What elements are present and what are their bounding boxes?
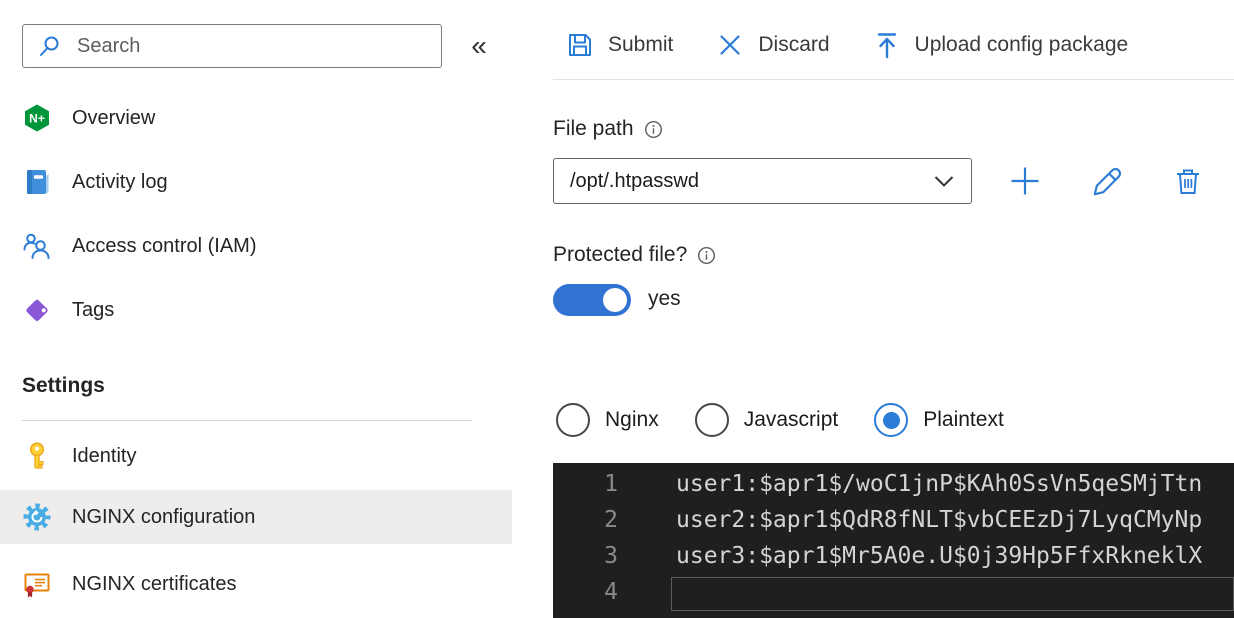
editor-line: 3 user3:$apr1$Mr5A0e.U$0j39Hp5FfxRkneklX — [553, 538, 1234, 574]
edit-file-button[interactable] — [1088, 158, 1128, 204]
save-icon — [569, 34, 591, 56]
submit-button[interactable]: Submit — [565, 30, 673, 60]
discard-button[interactable]: Discard — [715, 30, 830, 60]
protected-file-label: Protected file? — [553, 243, 688, 266]
sidebar-item-access-control[interactable]: Access control (IAM) — [0, 218, 512, 274]
toggle-knob — [603, 288, 627, 312]
gear-icon — [22, 502, 52, 532]
line-text: user2:$apr1$QdR8fNLT$vbCEEzDj7LyqCMyNp — [676, 507, 1203, 533]
sidebar-item-label: Tags — [72, 298, 115, 321]
radio-label: Nginx — [605, 408, 659, 431]
line-number: 3 — [604, 543, 618, 569]
search-input[interactable] — [77, 34, 429, 58]
info-icon[interactable] — [644, 120, 663, 139]
protected-file-state: yes — [648, 287, 681, 310]
sidebar-item-tags[interactable]: Tags — [0, 282, 512, 338]
delete-file-button[interactable] — [1168, 158, 1208, 204]
radio-plaintext[interactable]: Plaintext — [874, 403, 1004, 437]
editor-line: 1 user1:$apr1$/woC1jnP$KAh0SsVn5qeSMjTtn — [553, 466, 1234, 502]
protected-file-label-row: Protected file? — [553, 243, 716, 267]
sidebar-item-label: Access control (IAM) — [72, 234, 257, 257]
upload-label: Upload config package — [914, 33, 1129, 56]
trash-icon — [1177, 169, 1199, 194]
sidebar-item-activity-log[interactable]: Activity log — [0, 154, 512, 210]
editor-line: 2 user2:$apr1$QdR8fNLT$vbCEEzDj7LyqCMyNp — [553, 502, 1234, 538]
file-path-dropdown[interactable]: /opt/.htpasswd — [553, 158, 972, 204]
sidebar-item-label: Activity log — [72, 170, 168, 193]
access-control-icon — [22, 231, 52, 261]
line-number: 2 — [604, 507, 618, 533]
sidebar: « N+ Overview Activity log Access contro… — [0, 0, 512, 618]
sidebar-item-nginx-certificates[interactable]: NGINX certificates — [0, 556, 512, 612]
config-file-editor[interactable]: 1 user1:$apr1$/woC1jnP$KAh0SsVn5qeSMjTtn… — [553, 463, 1234, 618]
settings-divider — [22, 420, 472, 421]
file-path-label: File path — [553, 117, 634, 140]
current-line-highlight — [671, 577, 1234, 611]
search-icon — [35, 31, 65, 61]
radio-label: Javascript — [743, 408, 839, 431]
upload-icon — [877, 33, 896, 59]
search-box[interactable] — [22, 24, 442, 68]
file-path-label-row: File path — [553, 117, 663, 141]
info-icon[interactable] — [697, 246, 716, 265]
radio-javascript[interactable]: Javascript — [694, 403, 839, 437]
file-path-value: /opt/.htpasswd — [570, 169, 699, 192]
sidebar-item-label: NGINX configuration — [72, 505, 256, 528]
line-text: user3:$apr1$Mr5A0e.U$0j39Hp5FfxRkneklX — [676, 543, 1203, 569]
toolbar-divider — [553, 79, 1234, 80]
line-number: 1 — [604, 471, 618, 497]
nginx-logo-icon: N+ — [22, 103, 52, 133]
key-icon — [22, 441, 52, 471]
svg-text:N+: N+ — [29, 112, 45, 126]
radio-circle — [694, 403, 729, 437]
sidebar-item-label: NGINX certificates — [72, 572, 237, 595]
radio-circle — [556, 403, 590, 437]
upload-config-package-button[interactable]: Upload config package — [872, 30, 1129, 60]
collapse-sidebar-button[interactable]: « — [458, 26, 500, 66]
protected-file-toggle[interactable] — [553, 284, 631, 316]
add-file-button[interactable] — [1005, 158, 1045, 204]
tag-icon — [22, 295, 52, 325]
chevron-down-icon — [934, 175, 954, 187]
activity-log-icon — [22, 167, 52, 197]
line-number: 4 — [604, 579, 618, 605]
command-bar: Submit Discard Upload config package — [565, 21, 1128, 69]
sidebar-item-nginx-configuration[interactable]: NGINX configuration — [0, 490, 512, 544]
radio-nginx[interactable]: Nginx — [556, 403, 659, 437]
sidebar-item-label: Identity — [72, 444, 137, 467]
radio-label: Plaintext — [923, 408, 1004, 431]
radio-circle-selected — [874, 403, 909, 437]
syntax-radio-group: Nginx Javascript Plaintext — [556, 398, 1004, 442]
submit-label: Submit — [608, 33, 674, 56]
certificate-icon — [22, 569, 52, 599]
close-icon — [720, 35, 740, 55]
line-text: user1:$apr1$/woC1jnP$KAh0SsVn5qeSMjTtn — [676, 471, 1203, 497]
settings-section-header: Settings — [22, 374, 105, 397]
discard-label: Discard — [758, 33, 830, 56]
sidebar-item-overview[interactable]: N+ Overview — [0, 90, 512, 146]
pencil-icon — [1093, 167, 1122, 196]
sidebar-item-label: Overview — [72, 106, 156, 129]
plus-icon — [1011, 167, 1039, 195]
sidebar-item-identity[interactable]: Identity — [0, 428, 512, 484]
